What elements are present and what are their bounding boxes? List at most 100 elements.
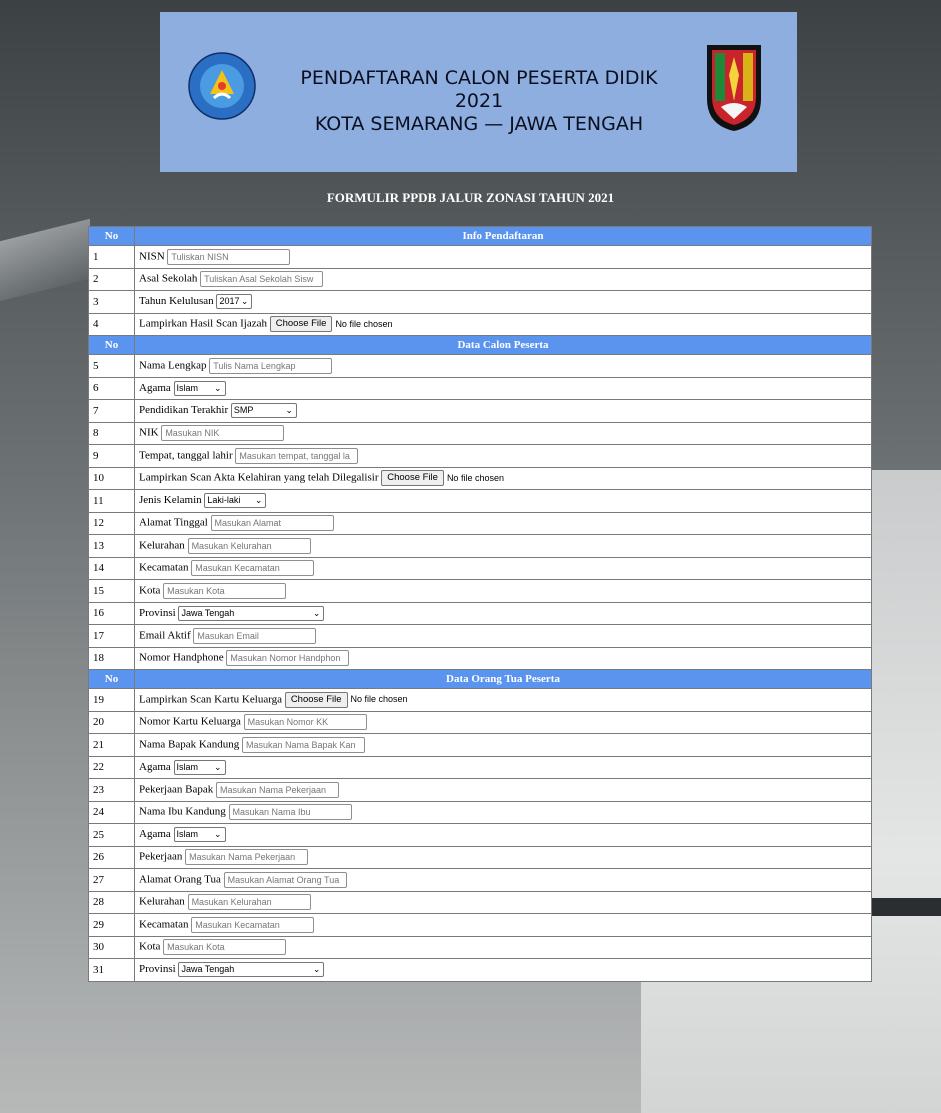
row-number: 1 [88,245,135,269]
nama-ibu-input[interactable]: Masukan Nama Ibu [228,804,352,821]
table-row: 28 Kelurahan Masukan Kelurahan [88,890,872,914]
nomor-kk-input[interactable]: Masukan Nomor KK [243,714,367,731]
chevron-down-icon: ⌄ [213,829,222,840]
chevron-down-icon: ⌄ [240,296,249,307]
pendidikan-terakhir-select[interactable]: SMP ⌄ [230,403,297,419]
email-input[interactable]: Masukan Email [193,627,317,644]
jawa-tengah-emblem-icon [707,45,761,131]
table-row: 18 Nomor Handphone Masukan Nomor Handpho… [88,646,872,670]
field-label: Lampirkan Scan Kartu Keluarga [139,693,283,706]
select-value: Laki-laki [207,495,241,506]
row-number: 26 [88,845,135,869]
field-label: Agama [139,828,171,841]
table-row: 15 Kota Masukan Kota [88,579,872,603]
form-title: FORMULIR PPDB JALUR ZONASI TAHUN 2021 [326,190,615,205]
section-no-header: No [88,226,135,246]
field-label: Tempat, tanggal lahir [139,449,233,462]
kelurahan-input[interactable]: Masukan Kelurahan [187,537,311,554]
jenis-kelamin-select[interactable]: Laki-laki ⌄ [204,493,267,509]
row-number: 20 [88,710,135,734]
section-no-header: No [88,669,135,689]
pekerjaan-ibu-input[interactable]: Masukan Nama Pekerjaan [185,849,309,866]
chevron-down-icon: ⌄ [285,405,293,416]
table-row: 2 Asal Sekolah Tuliskan Asal Sekolah Sis… [88,267,872,291]
table-row: 3 Tahun Kelulusan 2017 ⌄ [88,290,872,314]
row-number: 12 [88,511,135,535]
file-status: No file chosen [335,318,393,329]
page-header-banner: PENDAFTARAN CALON PESERTA DIDIK 2021 KOT… [160,12,797,172]
field-label: Nomor Handphone [139,651,224,664]
kelurahan-ortu-input[interactable]: Masukan Kelurahan [187,894,311,911]
registration-form-table: No Info Pendaftaran 1 NISN Tuliskan NISN… [88,226,872,982]
pekerjaan-bapak-input[interactable]: Masukan Nama Pekerjaan [215,781,339,798]
row-number: 19 [88,688,135,712]
agama-select[interactable]: Islam ⌄ [173,380,226,396]
section-title: Data Orang Tua Peserta [134,669,872,689]
field-label: Nama Lengkap [139,359,207,372]
alamat-orang-tua-input[interactable]: Masukan Alamat Orang Tua [223,871,347,888]
table-row: 7 Pendidikan Terakhir SMP ⌄ [88,399,872,423]
table-row: 5 Nama Lengkap Tulis Nama Lengkap [88,354,872,378]
table-row: 9 Tempat, tanggal lahir Masukan tempat, … [88,444,872,468]
row-number: 10 [88,466,135,490]
row-number: 8 [88,421,135,445]
row-number: 30 [88,935,135,959]
table-row: 10 Lampirkan Scan Akta Kelahiran yang te… [88,466,872,490]
kota-input[interactable]: Masukan Kota [163,582,287,599]
row-number: 4 [88,312,135,336]
table-row: 24 Nama Ibu Kandung Masukan Nama Ibu [88,800,872,824]
alamat-tinggal-input[interactable]: Masukan Alamat [210,515,334,532]
field-label: Kecamatan [139,561,189,574]
field-label: Kelurahan [139,539,185,552]
chevron-down-icon: ⌄ [312,607,321,618]
row-number: 6 [88,376,135,400]
table-row: 30 Kota Masukan Kota [88,935,872,959]
row-number: 23 [88,778,135,802]
nomor-handphone-input[interactable]: Masukan Nomor Handphon [226,650,350,667]
kecamatan-input[interactable]: Masukan Kecamatan [191,560,315,577]
table-row: 23 Pekerjaan Bapak Masukan Nama Pekerjaa… [88,778,872,802]
section-no-header: No [88,335,135,355]
background-beam [0,218,90,302]
table-row: 17 Email Aktif Masukan Email [88,624,872,648]
nisn-input[interactable]: Tuliskan NISN [167,248,291,265]
file-status: No file chosen [350,694,408,705]
row-number: 21 [88,733,135,757]
table-row: 12 Alamat Tinggal Masukan Alamat [88,511,872,535]
row-number: 15 [88,579,135,603]
field-label: Kota [139,940,161,953]
select-value: 2017 [219,296,240,307]
row-number: 11 [88,489,135,513]
tut-wuri-handayani-emblem-icon [188,52,256,120]
ijazah-choose-file-button[interactable]: Choose File [269,316,333,333]
kecamatan-ortu-input[interactable]: Masukan Kecamatan [191,916,315,933]
table-row: 31 Provinsi Jawa Tengah ⌄ [88,958,872,982]
field-label: Jenis Kelamin [139,494,202,507]
kk-choose-file-button[interactable]: Choose File [284,691,348,708]
field-label: Agama [139,381,171,394]
row-number: 13 [88,534,135,558]
tahun-kelulusan-select[interactable]: 2017 ⌄ [216,294,253,310]
table-row: 8 NIK Masukan NIK [88,421,872,445]
kota-ortu-input[interactable]: Masukan Kota [163,939,287,956]
nik-input[interactable]: Masukan NIK [161,425,285,442]
field-label: NISN [139,250,165,263]
field-label: Lampirkan Scan Akta Kelahiran yang telah… [139,471,379,484]
field-label: Kelurahan [139,895,185,908]
field-label: NIK [139,426,159,439]
row-number: 7 [88,399,135,423]
agama-ibu-select[interactable]: Islam ⌄ [173,827,226,843]
tempat-tanggal-lahir-input[interactable]: Masukan tempat, tanggal la [235,447,359,464]
provinsi-ortu-select[interactable]: Jawa Tengah ⌄ [178,962,325,978]
provinsi-select[interactable]: Jawa Tengah ⌄ [178,605,325,621]
select-value: Islam [176,382,199,393]
akta-choose-file-button[interactable]: Choose File [381,470,444,487]
agama-bapak-select[interactable]: Islam ⌄ [173,759,226,775]
nama-bapak-input[interactable]: Masukan Nama Bapak Kan [241,736,365,753]
nama-lengkap-input[interactable]: Tulis Nama Lengkap [209,357,333,374]
field-label: Provinsi [139,963,176,976]
field-label: Tahun Kelulusan [139,295,214,308]
table-row: 1 NISN Tuliskan NISN [88,245,872,269]
asal-sekolah-input[interactable]: Tuliskan Asal Sekolah Sisw [200,271,324,288]
chevron-down-icon: ⌄ [312,964,321,975]
